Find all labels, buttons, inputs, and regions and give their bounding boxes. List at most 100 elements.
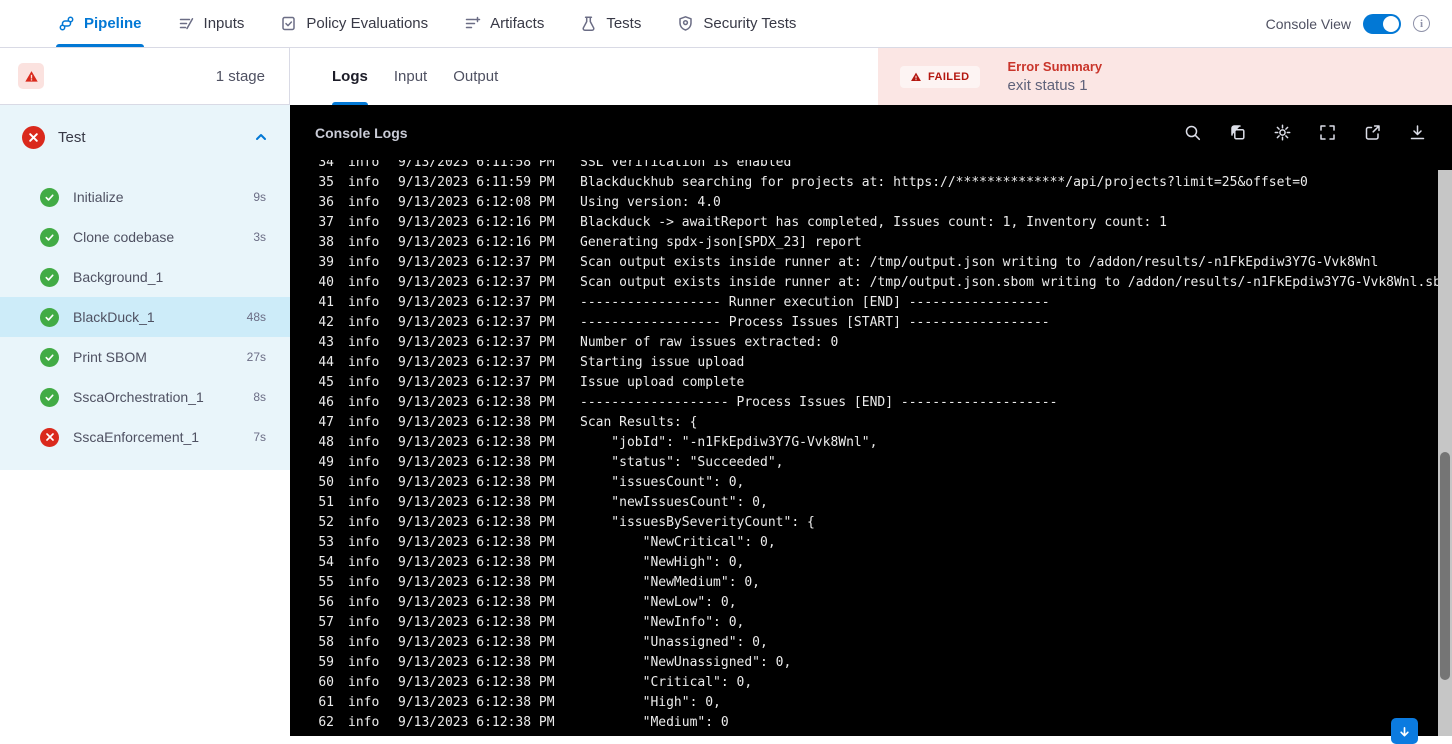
log-level: info <box>348 615 380 630</box>
log-level: info <box>348 255 380 270</box>
log-level: info <box>348 195 380 210</box>
log-message: Using version: 4.0 <box>580 195 721 210</box>
log-line-number: 41 <box>318 295 334 310</box>
log-level: info <box>348 515 380 530</box>
log-timestamp: 9/13/2023 6:12:38 PM <box>398 675 555 690</box>
nav-tab-inputs[interactable]: Inputs <box>178 0 245 47</box>
step-row-sscaorchestration-1[interactable]: SscaOrchestration_1 8s <box>0 377 290 417</box>
log-message: "Critical": 0, <box>580 675 753 690</box>
log-message: "NewCritical": 0, <box>580 535 776 550</box>
log-line: 48 info 9/13/2023 6:12:38 PM "jobId": "-n1… <box>290 433 1438 453</box>
tab-output[interactable]: Output <box>453 48 498 105</box>
step-list: Initialize 9s Clone codebase 3s Background_1… <box>0 169 290 457</box>
log-message: "jobId": "-n1FkEpdiw3Y7G-Vvk8Wnl", <box>580 435 878 450</box>
log-level: info <box>348 655 380 670</box>
log-line: 52 info 9/13/2023 6:12:38 PM "issuesBySeve… <box>290 513 1438 533</box>
sidebar-header: 1 stage <box>0 48 290 105</box>
step-label: Print SBOM <box>73 349 147 365</box>
log-message: "issuesCount": 0, <box>580 475 745 490</box>
step-row-blackduck-1[interactable]: BlackDuck_1 48s <box>0 297 290 337</box>
copy-icon[interactable] <box>1228 124 1246 142</box>
log-line: 35 info 9/13/2023 6:11:59 PM Blackduckhub s… <box>290 173 1438 193</box>
step-duration: 8s <box>253 390 266 404</box>
error-summary-title: Error Summary <box>1007 59 1103 74</box>
step-label: Background_1 <box>73 269 164 285</box>
nav-tabs: Pipeline Inputs Policy Evaluations Artifact… <box>56 0 796 47</box>
tab-input[interactable]: Input <box>394 48 427 105</box>
log-level: info <box>348 535 380 550</box>
nav-tab-label: Artifacts <box>490 15 545 32</box>
log-line-number: 46 <box>318 395 334 410</box>
artifacts-icon <box>464 15 481 32</box>
log-timestamp: 9/13/2023 6:12:38 PM <box>398 695 555 710</box>
chevron-up-icon[interactable] <box>254 130 268 144</box>
stage-failed-icon <box>22 125 45 149</box>
log-line-number: 60 <box>318 675 334 690</box>
nav-tab-label: Pipeline <box>84 15 142 32</box>
log-line: 62 info 9/13/2023 6:12:38 PM "Medium": 0 <box>290 713 1438 733</box>
log-timestamp: 9/13/2023 6:12:38 PM <box>398 595 555 610</box>
scrollbar-track[interactable] <box>1438 170 1452 736</box>
console-view-control: Console View i <box>1266 13 1430 34</box>
nav-tab-pipeline[interactable]: Pipeline <box>56 0 144 47</box>
policy-icon <box>280 15 297 32</box>
step-row-sscaenforcement-1[interactable]: SscaEnforcement_1 7s <box>0 417 290 457</box>
console-header: Console Logs <box>290 105 1452 160</box>
tab-logs[interactable]: Logs <box>332 48 368 105</box>
log-line: 56 info 9/13/2023 6:12:38 PM "NewLow": 0, <box>290 593 1438 613</box>
log-line: 34 info 9/13/2023 6:11:58 PM SSL verificati… <box>290 160 1438 173</box>
step-label: SscaOrchestration_1 <box>73 389 204 405</box>
nav-tab-tests[interactable]: Tests <box>580 0 641 47</box>
log-line-number: 38 <box>318 235 334 250</box>
log-line-number: 34 <box>318 160 334 170</box>
log-timestamp: 9/13/2023 6:12:38 PM <box>398 535 555 550</box>
log-line-number: 56 <box>318 595 334 610</box>
log-level: info <box>348 335 380 350</box>
step-label: BlackDuck_1 <box>73 309 155 325</box>
settings-icon[interactable] <box>1273 124 1291 142</box>
top-navigation: Pipeline Inputs Policy Evaluations Artifact… <box>0 0 1452 48</box>
log-level: info <box>348 495 380 510</box>
nav-tab-label: Inputs <box>203 15 245 32</box>
log-line-number: 45 <box>318 375 334 390</box>
log-level: info <box>348 215 380 230</box>
log-message: SSL verification is enabled <box>580 160 792 170</box>
failed-badge-label: FAILED <box>928 70 970 83</box>
step-row-clone-codebase[interactable]: Clone codebase 3s <box>0 217 290 257</box>
inputs-icon <box>178 15 195 32</box>
log-line-number: 57 <box>318 615 334 630</box>
stage-header-test[interactable]: Test <box>0 105 290 169</box>
nav-tab-policy-evaluations[interactable]: Policy Evaluations <box>280 0 428 47</box>
log-message: "issuesBySeverityCount": { <box>580 515 815 530</box>
info-icon[interactable]: i <box>1413 15 1430 32</box>
scroll-to-bottom-button[interactable] <box>1391 718 1418 744</box>
log-level: info <box>348 435 380 450</box>
fullscreen-icon[interactable] <box>1318 124 1336 142</box>
log-line: 46 info 9/13/2023 6:12:38 PM --------------… <box>290 393 1438 413</box>
log-line-number: 62 <box>318 715 334 730</box>
step-success-icon <box>40 347 59 367</box>
open-in-new-icon[interactable] <box>1363 124 1381 142</box>
download-icon[interactable] <box>1408 124 1426 142</box>
console-view-toggle[interactable] <box>1363 13 1401 34</box>
step-row-initialize[interactable]: Initialize 9s <box>0 177 290 217</box>
nav-tab-artifacts[interactable]: Artifacts <box>464 0 544 47</box>
log-line-number: 48 <box>318 435 334 450</box>
log-message: "Unassigned": 0, <box>580 635 768 650</box>
log-level: info <box>348 595 380 610</box>
log-line: 39 info 9/13/2023 6:12:37 PM Scan output ex… <box>290 253 1438 273</box>
log-timestamp: 9/13/2023 6:12:38 PM <box>398 395 555 410</box>
log-message: "status": "Succeeded", <box>580 455 784 470</box>
search-icon[interactable] <box>1183 124 1201 142</box>
failed-warning-icon <box>911 72 921 81</box>
step-row-background-1[interactable]: Background_1 <box>0 257 290 297</box>
nav-tab-security-tests[interactable]: Security Tests <box>677 0 796 47</box>
log-line: 55 info 9/13/2023 6:12:38 PM "NewMedium": … <box>290 573 1438 593</box>
log-line: 42 info 9/13/2023 6:12:37 PM --------------… <box>290 313 1438 333</box>
log-line-number: 35 <box>318 175 334 190</box>
log-message: "NewInfo": 0, <box>580 615 745 630</box>
scrollbar-thumb[interactable] <box>1440 452 1450 680</box>
step-row-print-sbom[interactable]: Print SBOM 27s <box>0 337 290 377</box>
log-level: info <box>348 315 380 330</box>
log-line-number: 51 <box>318 495 334 510</box>
